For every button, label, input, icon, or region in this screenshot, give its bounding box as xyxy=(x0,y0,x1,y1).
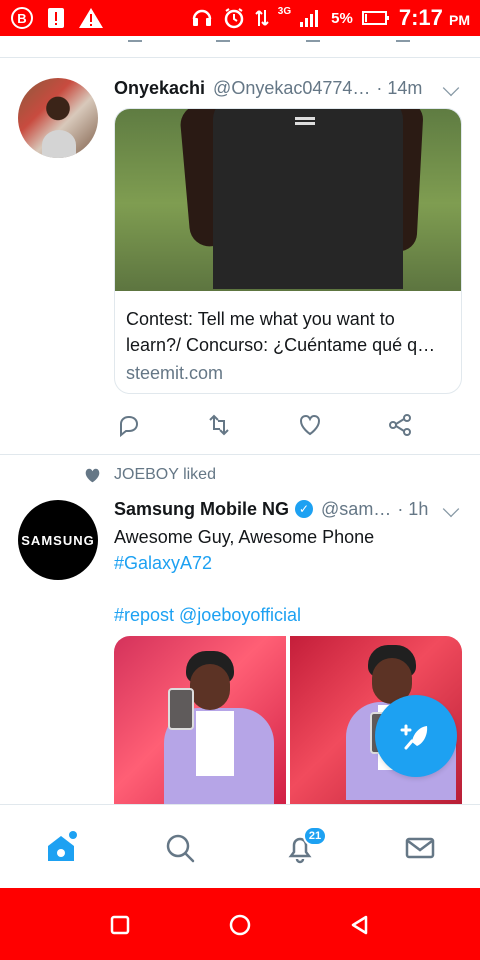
alarm-icon xyxy=(222,6,246,30)
square-icon xyxy=(110,915,130,935)
media-image-1[interactable] xyxy=(114,636,286,806)
liked-by-label: JOEBOY liked xyxy=(114,466,216,483)
social-context: JOEBOY liked xyxy=(84,466,216,484)
data-transfer-icon xyxy=(254,6,270,30)
tweet-onyekachi[interactable]: Onyekachi @Onyekac04774… · 14m Contest: … xyxy=(0,60,480,455)
previous-tweet-actions xyxy=(0,36,480,58)
messages-icon xyxy=(405,837,435,859)
notification-count-badge: 21 xyxy=(303,826,327,846)
battery-percent: 5% xyxy=(331,9,353,27)
card-content: Contest: Tell me what you want to learn?… xyxy=(115,291,461,386)
retweet-icon[interactable] xyxy=(204,410,234,440)
warning-icon xyxy=(78,6,104,30)
battery-icon xyxy=(361,9,391,27)
status-system: 3G 5% 7:17 PM xyxy=(190,5,470,31)
home-tab[interactable] xyxy=(42,829,80,867)
user-handle[interactable]: @sam… xyxy=(321,499,391,520)
card-domain: steemit.com xyxy=(126,363,224,383)
back-triangle-icon xyxy=(351,915,368,935)
browser-b-icon: B xyxy=(10,6,34,30)
compose-tweet-button[interactable] xyxy=(375,695,457,777)
hashtag-link[interactable]: #GalaxyA72 xyxy=(114,550,454,576)
timestamp: · 14m xyxy=(376,77,423,98)
headphones-icon xyxy=(190,6,214,30)
chevron-down-icon[interactable] xyxy=(442,500,460,518)
card-image xyxy=(115,109,461,291)
search-tab[interactable] xyxy=(161,829,199,867)
clock: 7:17 PM xyxy=(399,5,470,31)
link-card[interactable]: Contest: Tell me what you want to learn?… xyxy=(114,108,462,394)
share-icon[interactable] xyxy=(385,410,415,440)
user-handle[interactable]: @Onyekac04774… xyxy=(213,78,370,99)
status-bar: B 3G 5% 7:17 PM xyxy=(0,0,480,36)
partial-reply-icon[interactable] xyxy=(128,32,142,42)
android-navigation-bar xyxy=(0,888,480,960)
clock-time: 7:17 xyxy=(398,5,443,30)
svg-text:B: B xyxy=(17,11,26,26)
adidas-logo-icon xyxy=(295,117,315,125)
partial-share-icon[interactable] xyxy=(396,32,410,42)
messages-tab[interactable] xyxy=(401,829,439,867)
verified-badge-icon: ✓ xyxy=(295,500,314,518)
search-icon xyxy=(166,834,195,863)
repost-link[interactable]: #repost @joeboyofficial xyxy=(114,602,454,628)
back-button[interactable] xyxy=(348,913,372,937)
tweet-header: Samsung Mobile NG ✓ @sam… · 1h xyxy=(114,498,460,520)
notifications-tab[interactable]: 21 xyxy=(281,826,327,867)
reply-icon[interactable] xyxy=(114,410,144,440)
signal-icon xyxy=(299,8,323,28)
home-button[interactable] xyxy=(228,913,252,937)
tweet-actions xyxy=(114,410,424,440)
tweet-message: Awesome Guy, Awesome Phone xyxy=(114,527,375,547)
chevron-down-icon[interactable] xyxy=(442,79,460,97)
timestamp: · 1h xyxy=(397,498,429,519)
card-title: Contest: Tell me what you want to learn?… xyxy=(126,309,436,355)
tweet-header: Onyekachi @Onyekac04774… · 14m xyxy=(114,77,460,99)
recent-apps-button[interactable] xyxy=(108,913,132,937)
avatar[interactable]: SAMSUNG xyxy=(18,500,98,580)
avatar[interactable] xyxy=(18,78,98,158)
compose-icon xyxy=(400,724,428,750)
partial-retweet-icon[interactable] xyxy=(216,32,230,42)
clock-ampm: PM xyxy=(449,12,470,28)
like-icon[interactable] xyxy=(295,410,325,440)
circle-icon xyxy=(229,914,251,936)
network-type: 3G xyxy=(277,6,292,17)
alert-box-icon xyxy=(46,6,66,30)
heart-icon xyxy=(85,468,100,482)
display-name[interactable]: Samsung Mobile NG xyxy=(114,499,289,520)
bottom-navigation: 21 xyxy=(0,804,480,888)
display-name[interactable]: Onyekachi xyxy=(114,78,205,99)
status-notifications: B xyxy=(10,6,104,30)
home-icon xyxy=(48,831,77,861)
partial-like-icon[interactable] xyxy=(306,32,320,42)
tweet-text: Awesome Guy, Awesome Phone #GalaxyA72 #r… xyxy=(114,524,454,628)
